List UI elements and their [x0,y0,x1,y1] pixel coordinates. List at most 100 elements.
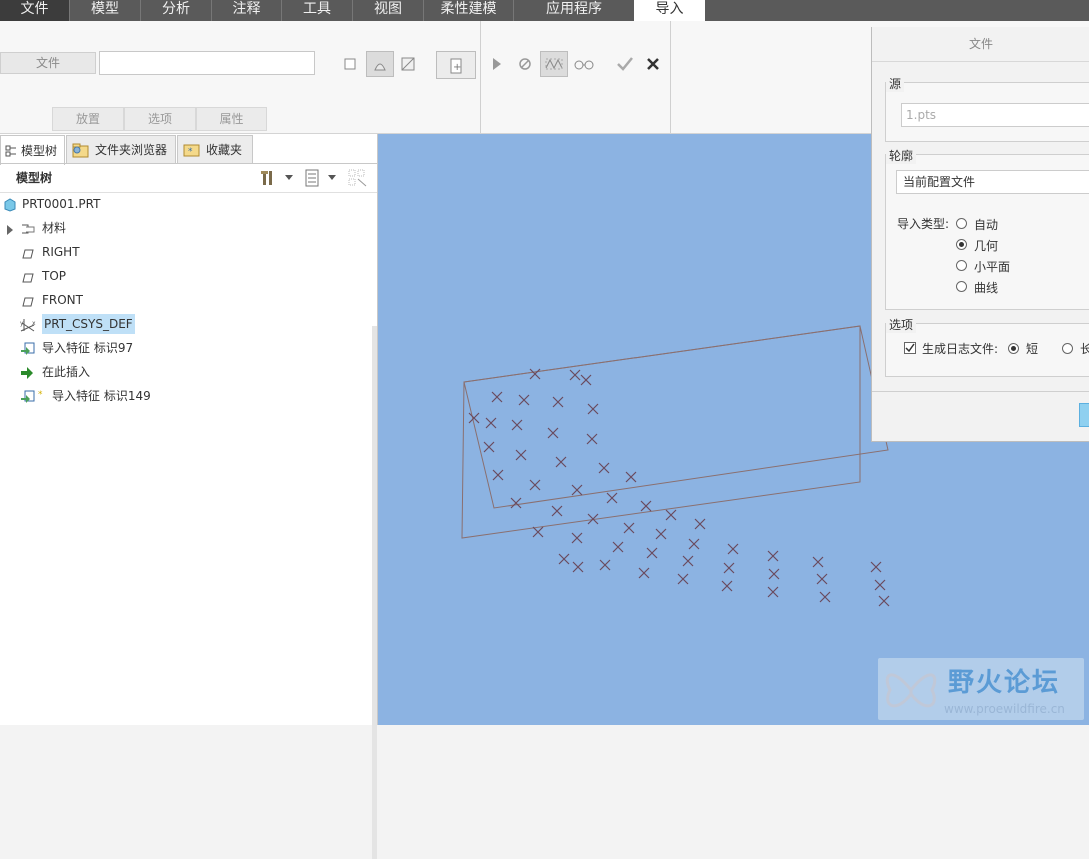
imported-point-marker [552,396,564,408]
imported-point-marker [518,394,530,406]
imported-point-marker [640,500,652,512]
quilt-icon[interactable] [398,54,418,74]
imported-point-marker [571,484,583,496]
radio-curve-label: 曲线 [974,281,999,295]
chevron-down-icon[interactable] [327,172,337,182]
scrollbar[interactable] [372,326,377,859]
radio-facet[interactable] [956,260,967,271]
menu-tab-8[interactable]: 导入 [634,0,705,21]
imported-point-marker [572,561,584,573]
imported-point-marker [727,543,739,555]
svg-text:+: + [453,62,461,73]
tree-item-top[interactable]: TOP [0,265,370,287]
imported-point-marker [665,509,677,521]
folder-icon [71,141,91,159]
tab-placement[interactable]: 放置 [52,107,124,131]
ribbon-separator [480,21,481,133]
tree-item-front[interactable]: FRONT [0,289,370,311]
file-input[interactable] [99,51,315,75]
tree-item-label: FRONT [42,293,83,307]
play-icon[interactable] [489,55,505,73]
tree-item-prt-csys-def[interactable]: y x PRT_CSYS_DEF [0,313,370,335]
svg-text:x: x [32,320,36,327]
imported-point-marker [599,559,611,571]
imported-point-marker [569,369,581,381]
imported-point-marker [598,462,610,474]
preview-icon[interactable] [540,51,568,77]
surface-icon[interactable] [341,55,359,73]
ribbon-separator [670,21,671,133]
tree-filter-icon[interactable] [347,168,369,188]
menu-tab-7[interactable]: 应用程序 [513,0,634,21]
add-file-icon[interactable]: + [436,51,476,79]
tree-item-prt0001-prt[interactable]: PRT0001.PRT [0,193,370,215]
menu-tab-3[interactable]: 注释 [211,0,281,21]
options-label: 选项 [886,316,917,333]
radio-log-short[interactable] [1008,343,1019,354]
csys-icon: yx [20,317,36,333]
profile-select[interactable]: 当前配置文件 [896,170,1089,194]
radio-auto[interactable] [956,218,967,229]
menu-tab-4[interactable]: 工具 [281,0,352,21]
tree-settings-icon[interactable] [258,168,280,188]
cancel-x-icon[interactable] [644,55,662,73]
imported-point-marker [819,591,831,603]
show-list-icon[interactable] [302,168,322,188]
butterfly-logo-icon [885,673,937,708]
radio-auto-label: 自动 [974,218,999,232]
tree-item--[interactable]: 材料 [0,217,370,239]
imported-point-marker [638,567,650,579]
tree-item--149[interactable]: * 导入特征 标识149 [0,385,370,407]
tab-favorites-label: 收藏夹 [206,143,243,157]
imported-point-marker [555,456,567,468]
tree-item-label: 导入特征 标识149 [52,389,151,403]
tree-item-label: PRT_CSYS_DEF [42,314,135,334]
menu-tab-5[interactable]: 视图 [352,0,423,21]
imported-point-marker [580,374,592,386]
tab-options[interactable]: 选项 [124,107,196,131]
imported-point-marker [586,433,598,445]
imported-point-marker [874,579,886,591]
tab-model-tree[interactable]: 模型树 [0,135,65,165]
import-type-label: 导入类型: [897,217,950,231]
dialog-footer-divider [872,391,1089,392]
imported-point-marker [485,417,497,429]
menu-tab-1[interactable]: 模型 [69,0,140,21]
tree-item--97[interactable]: 导入特征 标识97 [0,337,370,359]
import-dialog: 文件 源 1.pts 轮廓 当前配置文件 导入类型: 自动 几何 小平面 曲线 … [871,27,1089,442]
menu-tab-0[interactable]: 文件 [0,0,69,21]
radio-geometry[interactable] [956,239,967,250]
imported-point-marker [492,469,504,481]
tab-favorites[interactable]: * 收藏夹 [177,135,253,163]
radio-curve[interactable] [956,281,967,292]
radio-log-long[interactable] [1062,343,1073,354]
log-checkbox[interactable] [904,342,916,354]
import-outline-frame [461,325,861,539]
tree-item-label: RIGHT [42,245,80,259]
svg-text:*: * [188,147,193,157]
imported-point-marker [768,568,780,580]
solid-icon[interactable] [366,51,394,77]
imported-point-marker [682,555,694,567]
tab-folder-browser[interactable]: 文件夹浏览器 [66,135,176,163]
imported-point-marker [571,532,583,544]
radio-facet-label: 小平面 [974,260,1011,274]
imported-point-marker [721,580,733,592]
menu-tab-6[interactable]: 柔性建模 [423,0,513,21]
dialog-ok-button[interactable] [1079,403,1089,427]
ok-check-icon[interactable] [614,53,636,75]
material-icon [20,221,36,237]
menu-tab-2[interactable]: 分析 [140,0,211,21]
watermark-title: 野火论坛 [948,668,1061,698]
glasses-icon[interactable] [572,54,596,74]
tree-item-right[interactable]: RIGHT [0,241,370,263]
file-label: 文件 [0,52,96,74]
tab-properties[interactable]: 属性 [196,107,267,131]
import-outline-frame [463,325,889,509]
radio-geometry-label: 几何 [974,239,999,253]
tree-item--[interactable]: 在此插入 [0,361,370,383]
imported-point-marker [767,586,779,598]
pause-icon[interactable] [517,56,533,72]
chevron-down-icon[interactable] [284,172,294,182]
source-file-field[interactable]: 1.pts [901,103,1089,127]
